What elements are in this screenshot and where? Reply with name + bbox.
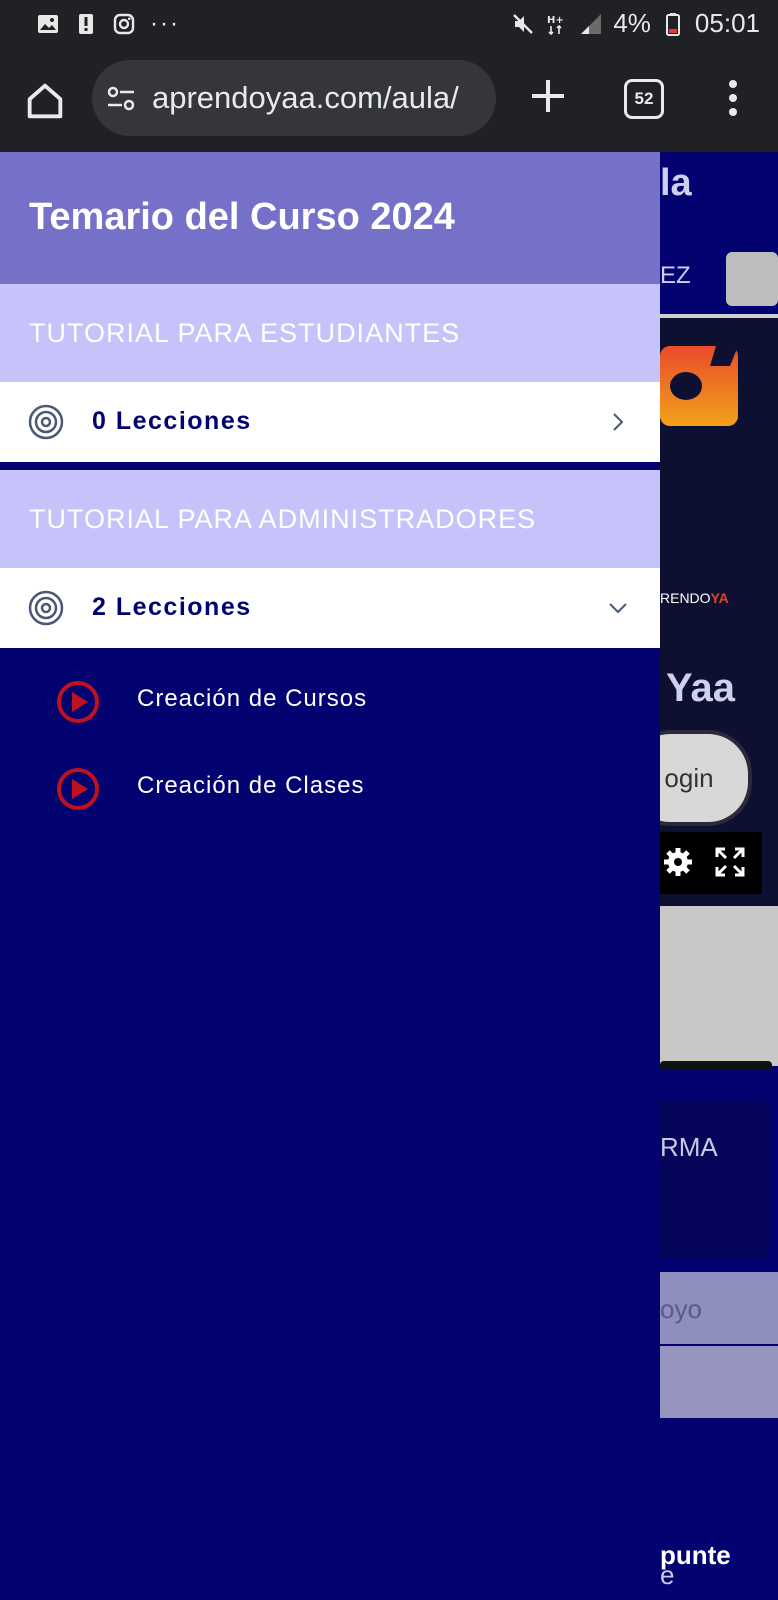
section-heading-text: TUTORIAL PARA ESTUDIANTES [29, 318, 461, 348]
section-heading-text: TUTORIAL PARA ADMINISTRADORES [29, 504, 537, 534]
aprendoya-logo-icon [660, 346, 738, 426]
lesson-item-creacion-clases[interactable]: Creación de Clases [0, 753, 660, 825]
more-menu-icon[interactable] [718, 78, 748, 118]
play-icon [57, 681, 99, 723]
more-notifications-icon: ··· [150, 10, 180, 37]
battery-percent: 4% [613, 8, 651, 38]
play-icon [57, 768, 99, 810]
lesson-title: Creación de Clases [137, 772, 365, 799]
lessons-count: 2 Lecciones [92, 593, 252, 621]
info-card: RMA [660, 1102, 770, 1258]
video-controls [660, 832, 762, 894]
chevron-down-icon [609, 603, 627, 614]
address-bar[interactable]: aprendoyaa.com/aula/ [92, 60, 496, 136]
lesson-item-creacion-cursos[interactable]: Creación de Cursos [0, 666, 660, 738]
section-heading-administradores: TUTORIAL PARA ADMINISTRADORES [0, 470, 660, 568]
section-heading-estudiantes: TUTORIAL PARA ESTUDIANTES [0, 284, 660, 382]
tab-switcher-button[interactable]: 52 [624, 79, 664, 119]
apoyo-tab[interactable]: oyo [660, 1272, 778, 1344]
logo-text: RENDOYA [660, 590, 729, 606]
gray-panel [660, 906, 778, 1066]
clock: 05:01 [694, 8, 760, 38]
background-page: la EZ RENDOYA Yaa ogin RMA oyo e punte [660, 152, 778, 1600]
status-bar: ··· H+ 4% 05:01 [0, 0, 778, 48]
chevron-right-icon [613, 413, 624, 431]
data-hplus-icon: H+ [547, 15, 564, 35]
login-button[interactable]: ogin [660, 730, 752, 826]
secondary-tab[interactable] [660, 1346, 778, 1418]
fullscreen-icon[interactable] [714, 846, 746, 878]
target-icon [28, 404, 64, 440]
lesson-title: Creación de Cursos [137, 685, 368, 712]
user-name-fragment: EZ [660, 262, 691, 289]
svg-text:H+: H+ [547, 15, 564, 26]
gear-icon[interactable] [662, 846, 694, 878]
alert-notification-icon [79, 14, 93, 34]
new-tab-icon[interactable] [526, 74, 570, 118]
site-settings-icon[interactable] [106, 84, 136, 114]
url-text[interactable]: aprendoyaa.com/aula/ [152, 80, 459, 116]
brand-name-fragment: Yaa [666, 666, 735, 710]
lessons-toggle-estudiantes[interactable]: 0 Lecciones [0, 382, 660, 462]
target-icon [28, 590, 64, 626]
section-divider [0, 462, 660, 470]
instagram-icon [113, 13, 135, 35]
progress-track [660, 1061, 772, 1070]
mute-icon [513, 13, 534, 34]
battery-icon [665, 12, 680, 36]
signal-icon [581, 13, 602, 34]
drawer-header: Temario del Curso 2024 [0, 152, 660, 284]
image-notification-icon [38, 15, 58, 33]
hero-section: RENDOYA Yaa ogin [660, 318, 778, 906]
page-title-fragment: la [660, 162, 692, 204]
drawer-title: Temario del Curso 2024 [29, 196, 455, 238]
lessons-toggle-administradores[interactable]: 2 Lecciones [0, 568, 660, 648]
avatar[interactable] [726, 252, 778, 306]
apunte-button[interactable]: punte [660, 1540, 731, 1571]
home-icon[interactable] [22, 78, 68, 124]
browser-toolbar: aprendoyaa.com/aula/ 52 [0, 48, 778, 152]
course-syllabus-drawer: Temario del Curso 2024 TUTORIAL PARA EST… [0, 152, 660, 1600]
lessons-count: 0 Lecciones [92, 407, 252, 435]
